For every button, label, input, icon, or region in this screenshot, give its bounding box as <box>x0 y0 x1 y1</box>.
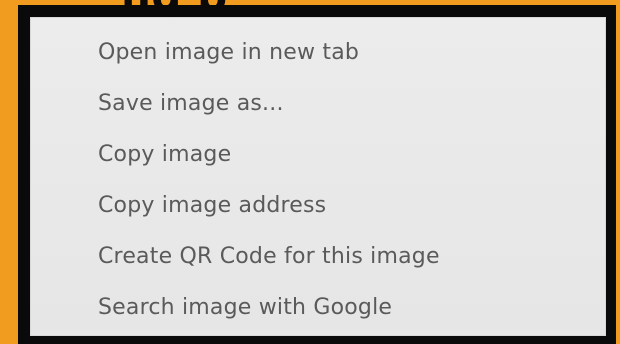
context-menu-list: Open image in new tab Save image as... C… <box>30 27 606 333</box>
menu-item-copy-image[interactable]: Copy image <box>30 129 606 180</box>
menu-item-open-image-in-new-tab[interactable]: Open image in new tab <box>30 27 606 78</box>
menu-item-search-image-with-google[interactable]: Search image with Google <box>30 282 606 333</box>
image-context-menu: Open image in new tab Save image as... C… <box>30 17 606 336</box>
menu-item-create-qr-code[interactable]: Create QR Code for this image <box>30 231 606 282</box>
menu-item-copy-image-address[interactable]: Copy image address <box>30 180 606 231</box>
menu-item-save-image-as[interactable]: Save image as... <box>30 78 606 129</box>
